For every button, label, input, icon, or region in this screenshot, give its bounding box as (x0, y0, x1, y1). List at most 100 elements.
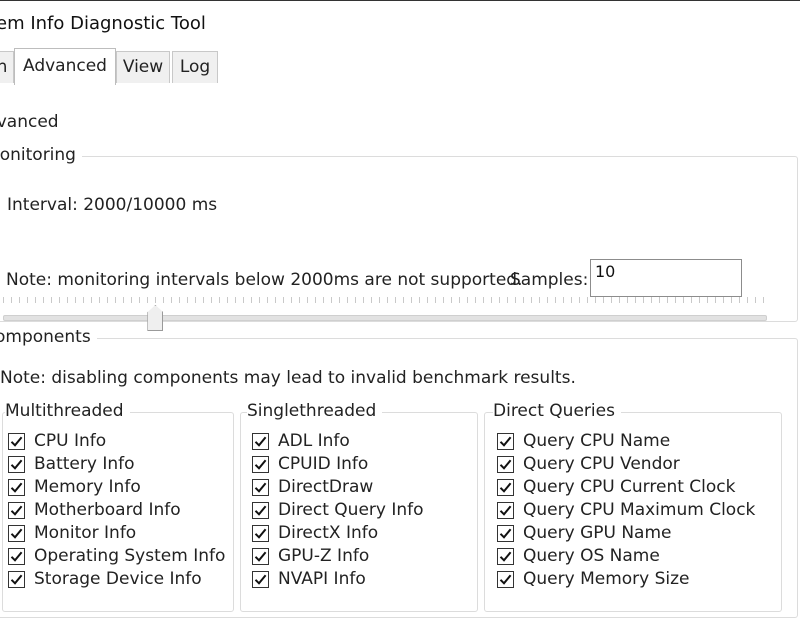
checkmark-icon (254, 436, 267, 447)
tab-advanced[interactable]: Advanced (14, 48, 116, 85)
monitoring-group: lonitoring Interval: 2000/10000 ms (0, 145, 798, 331)
checkbox-query-cpu-vendor[interactable] (497, 455, 514, 473)
checkbox-label: Query CPU Current Clock (523, 477, 736, 497)
components-legend: omponents (0, 327, 97, 347)
checkbox-query-cpu-current-clock[interactable] (497, 478, 514, 496)
checkbox-nvapi-info[interactable] (252, 570, 269, 588)
checkmark-icon (254, 574, 267, 585)
checkbox-row-battery-info[interactable]: Battery Info (8, 453, 135, 475)
checkbox-query-cpu-maximum-clock[interactable] (497, 501, 514, 519)
checkbox-gpu-z-info[interactable] (252, 547, 269, 565)
interval-slider-track[interactable] (3, 315, 767, 321)
checkbox-label: Query GPU Name (523, 523, 672, 543)
checkbox-row-cpuid-info[interactable]: CPUID Info (252, 453, 368, 475)
checkmark-icon (254, 482, 267, 493)
checkbox-row-monitor-info[interactable]: Monitor Info (8, 522, 136, 544)
checkbox-row-gpu-z-info[interactable]: GPU-Z Info (252, 545, 369, 567)
checkmark-icon (499, 505, 512, 516)
checkbox-operating-system-info[interactable] (8, 547, 25, 565)
checkbox-storage-device-info[interactable] (8, 570, 25, 588)
direct-queries-legend: Direct Queries (493, 401, 621, 421)
checkmark-icon (254, 505, 267, 516)
checkmark-icon (499, 528, 512, 539)
checkbox-row-storage-device-info[interactable]: Storage Device Info (8, 568, 202, 590)
checkbox-row-directx-info[interactable]: DirectX Info (252, 522, 378, 544)
samples-input[interactable]: 10 (590, 259, 742, 297)
tab-view[interactable]: View (116, 51, 170, 83)
checkbox-query-memory-size[interactable] (497, 570, 514, 588)
checkbox-row-query-cpu-maximum-clock[interactable]: Query CPU Maximum Clock (497, 499, 755, 521)
checkbox-label: Query Memory Size (523, 569, 690, 589)
checkbox-cpu-info[interactable] (8, 432, 25, 450)
checkbox-adl-info[interactable] (252, 432, 269, 450)
tab-main[interactable]: n (0, 51, 14, 83)
checkmark-icon (499, 574, 512, 585)
checkbox-battery-info[interactable] (8, 455, 25, 473)
checkbox-label: Query CPU Vendor (523, 454, 680, 474)
advanced-tab-panel: lvanced lonitoring Interval: 2000/10000 … (0, 84, 800, 618)
checkbox-label: CPU Info (34, 431, 107, 451)
multithreaded-legend: Multithreaded (5, 401, 130, 421)
checkbox-memory-info[interactable] (8, 478, 25, 496)
advanced-heading: lvanced (0, 112, 59, 132)
checkbox-row-query-os-name[interactable]: Query OS Name (497, 545, 660, 567)
checkbox-row-query-memory-size[interactable]: Query Memory Size (497, 568, 690, 590)
tab-strip: n Advanced View Log (0, 48, 800, 85)
monitoring-legend: lonitoring (0, 145, 82, 165)
checkmark-icon (10, 482, 23, 493)
checkmark-icon (10, 459, 23, 470)
checkbox-directx-info[interactable] (252, 524, 269, 542)
checkbox-label: Query CPU Maximum Clock (523, 500, 756, 520)
monitoring-note: Note: monitoring intervals below 2000ms … (6, 270, 523, 290)
checkbox-label: Monitor Info (34, 523, 137, 543)
checkbox-label: Storage Device Info (34, 569, 202, 589)
checkmark-icon (10, 436, 23, 447)
interval-slider-thumb[interactable] (147, 305, 164, 331)
checkbox-row-adl-info[interactable]: ADL Info (252, 430, 350, 452)
checkbox-query-gpu-name[interactable] (497, 524, 514, 542)
slider-ticks (3, 297, 765, 303)
checkbox-query-os-name[interactable] (497, 547, 514, 565)
interval-label: Interval: 2000/10000 ms (7, 195, 218, 215)
checkbox-label: ADL Info (278, 431, 350, 451)
checkbox-row-query-cpu-current-clock[interactable]: Query CPU Current Clock (497, 476, 735, 498)
checkmark-icon (10, 505, 23, 516)
checkbox-row-cpu-info[interactable]: CPU Info (8, 430, 106, 452)
checkbox-row-nvapi-info[interactable]: NVAPI Info (252, 568, 366, 590)
checkbox-directdraw[interactable] (252, 478, 269, 496)
checkbox-label: DirectX Info (278, 523, 379, 543)
checkbox-row-motherboard-info[interactable]: Motherboard Info (8, 499, 181, 521)
checkbox-motherboard-info[interactable] (8, 501, 25, 519)
checkbox-label: Query CPU Name (523, 431, 671, 451)
checkmark-icon (254, 551, 267, 562)
checkbox-direct-query-info[interactable] (252, 501, 269, 519)
tab-log[interactable]: Log (172, 51, 218, 83)
checkbox-row-query-cpu-vendor[interactable]: Query CPU Vendor (497, 453, 680, 475)
checkbox-cpuid-info[interactable] (252, 455, 269, 473)
checkbox-row-query-gpu-name[interactable]: Query GPU Name (497, 522, 672, 544)
checkmark-icon (499, 551, 512, 562)
checkbox-label: Motherboard Info (34, 500, 181, 520)
checkmark-icon (10, 528, 23, 539)
checkbox-label: Direct Query Info (278, 500, 424, 520)
checkmark-icon (499, 482, 512, 493)
checkmark-icon (499, 459, 512, 470)
checkbox-row-query-cpu-name[interactable]: Query CPU Name (497, 430, 670, 452)
checkbox-label: CPUID Info (278, 454, 369, 474)
checkbox-row-operating-system-info[interactable]: Operating System Info (8, 545, 225, 567)
checkbox-row-direct-query-info[interactable]: Direct Query Info (252, 499, 424, 521)
checkmark-icon (254, 528, 267, 539)
checkbox-monitor-info[interactable] (8, 524, 25, 542)
singlethreaded-legend: Singlethreaded (247, 401, 383, 421)
title-bar: em Info Diagnostic Tool (0, 0, 800, 49)
checkbox-label: GPU-Z Info (278, 546, 370, 566)
checkbox-label: NVAPI Info (278, 569, 366, 589)
checkmark-icon (254, 459, 267, 470)
checkbox-label: Operating System Info (34, 546, 226, 566)
checkbox-row-memory-info[interactable]: Memory Info (8, 476, 141, 498)
window-title: em Info Diagnostic Tool (0, 13, 206, 34)
checkbox-label: Battery Info (34, 454, 135, 474)
checkbox-query-cpu-name[interactable] (497, 432, 514, 450)
checkmark-icon (10, 574, 23, 585)
checkbox-row-directdraw[interactable]: DirectDraw (252, 476, 373, 498)
